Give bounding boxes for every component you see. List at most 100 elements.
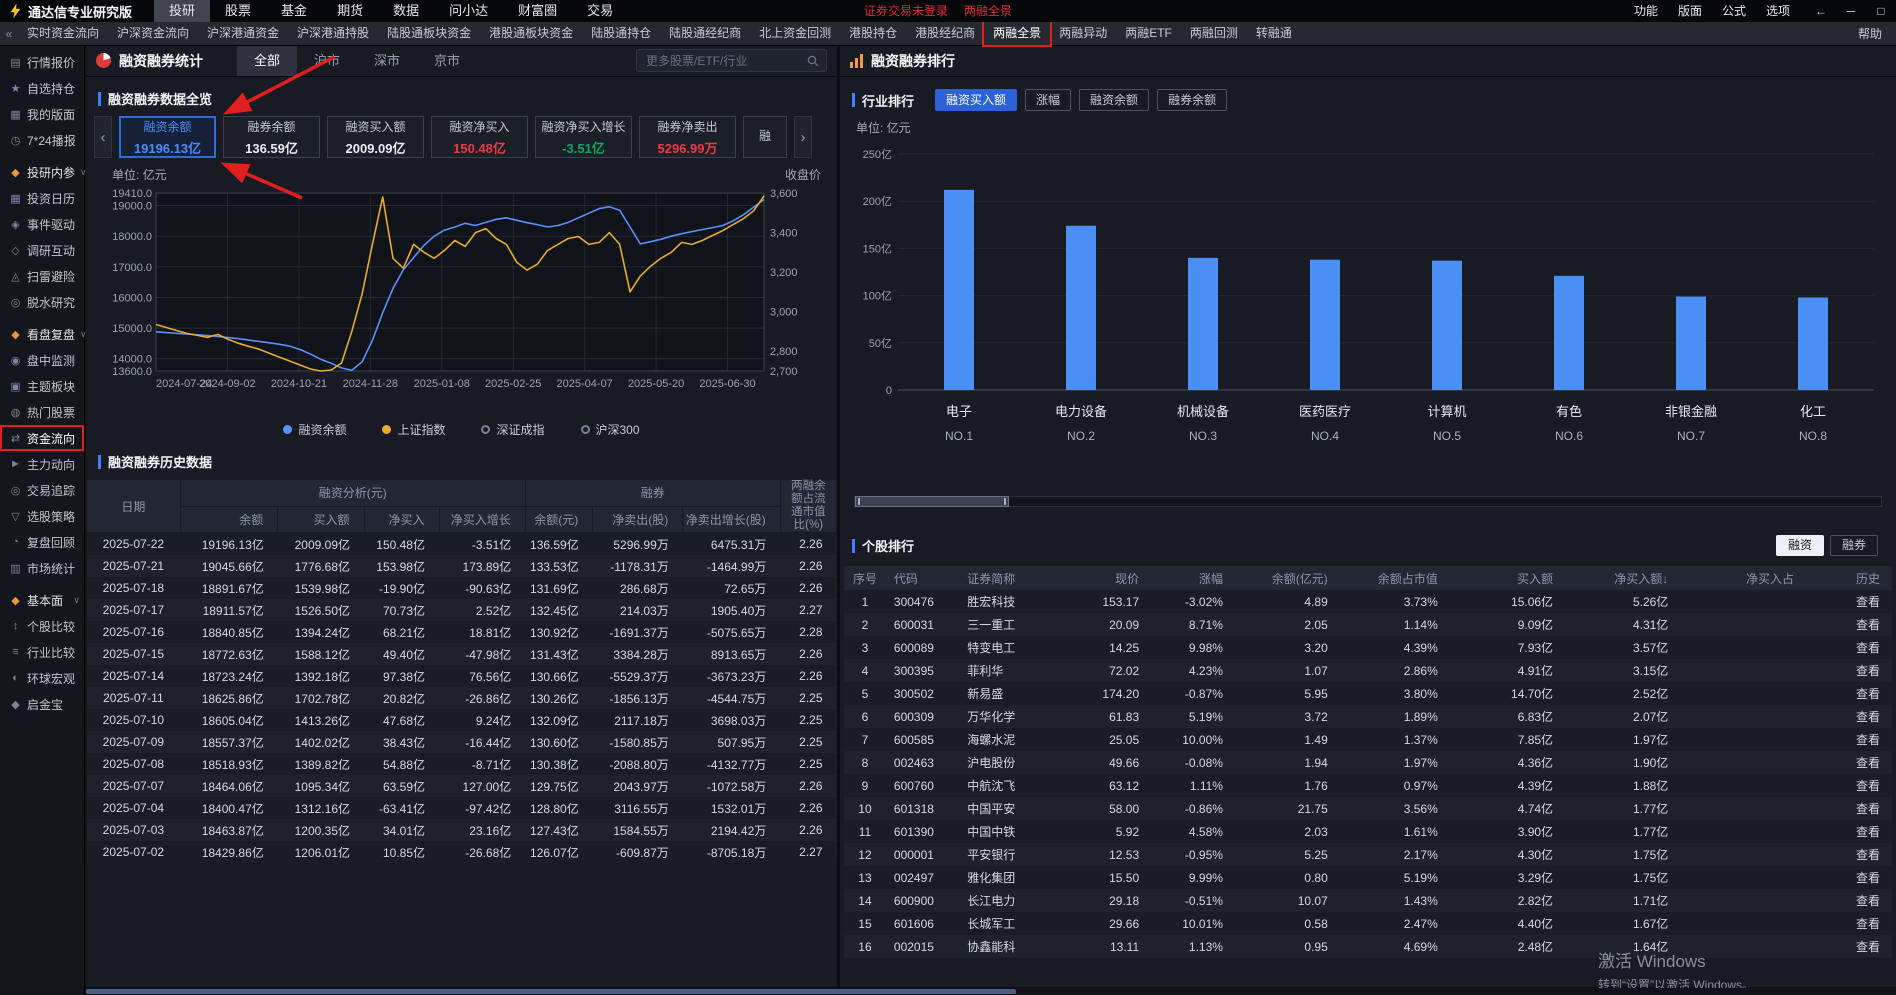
tab-2[interactable]: 沪深港通资金 <box>198 22 288 45</box>
market-tab-0[interactable]: 全部 <box>237 45 297 76</box>
sidebar-item-theme-board[interactable]: ▣主题板块 <box>0 373 84 399</box>
view-history-link[interactable]: 查看 <box>1808 935 1892 958</box>
scrollbar-thumb[interactable] <box>86 989 1016 994</box>
history-row[interactable]: 2025-07-1718911.57亿1526.50亿70.73亿2.52亿13… <box>87 599 837 621</box>
history-row[interactable]: 2025-07-2219196.13亿2009.09亿150.48亿-3.51亿… <box>87 533 837 556</box>
sidebar-item-trade-tracking[interactable]: ◎交易追踪 <box>0 477 84 503</box>
horizontal-scrollbar[interactable] <box>86 988 1896 995</box>
tab-6[interactable]: 陆股通持仓 <box>582 22 660 45</box>
stock-row[interactable]: 1300476胜宏科技153.17-3.02%4.893.73%15.06亿5.… <box>844 590 1892 613</box>
sidebar-item-main-force[interactable]: ►主力动向 <box>0 451 84 477</box>
slider-handle-right[interactable] <box>1004 498 1006 505</box>
back-icon[interactable]: ← <box>1806 0 1836 22</box>
legend-item-0[interactable]: 融资余额 <box>283 421 346 438</box>
history-row[interactable]: 2025-07-2119045.66亿1776.68亿153.98亿173.89… <box>87 555 837 577</box>
tab-11[interactable]: 两融全景 <box>984 22 1050 45</box>
tab-14[interactable]: 两融回测 <box>1181 22 1247 45</box>
menu-item-2[interactable]: 基金 <box>266 0 322 22</box>
stock-row[interactable]: 9600760中航沈飞63.121.11%1.760.97%4.39亿1.88亿… <box>844 774 1892 797</box>
overview-card-2[interactable]: 融资买入额2009.09亿 <box>327 116 424 158</box>
slider-thumb[interactable] <box>855 496 1009 507</box>
slider-handle-left[interactable] <box>858 498 860 505</box>
sidebar-item-money-flow[interactable]: ⇄资金流向 <box>0 425 84 451</box>
tab-4[interactable]: 陆股通板块资金 <box>378 22 480 45</box>
industry-bar-6[interactable] <box>1676 297 1706 390</box>
tab-15[interactable]: 转融通 <box>1247 22 1301 45</box>
sidebar-item-stock-strategy[interactable]: ▽选股策略 <box>0 503 84 529</box>
tab-13[interactable]: 两融ETF <box>1116 22 1181 45</box>
view-history-link[interactable]: 查看 <box>1808 705 1892 728</box>
sidebar-item-global-macro[interactable]: ◐环球宏观 <box>0 665 84 691</box>
cards-next-button[interactable]: › <box>794 116 812 158</box>
view-history-link[interactable]: 查看 <box>1808 613 1892 636</box>
tab-0[interactable]: 实时资金流向 <box>18 22 108 45</box>
view-history-link[interactable]: 查看 <box>1808 659 1892 682</box>
view-history-link[interactable]: 查看 <box>1808 636 1892 659</box>
tab-12[interactable]: 两融异动 <box>1050 22 1116 45</box>
stock-row[interactable]: 14600900长江电力29.18-0.51%10.071.43%2.82亿1.… <box>844 889 1892 912</box>
history-row[interactable]: 2025-07-0418400.47亿1312.16亿-63.41亿-97.42… <box>87 797 837 819</box>
stock-row[interactable]: 6600309万华化学61.835.19%3.721.89%6.83亿2.07亿… <box>844 705 1892 728</box>
history-row[interactable]: 2025-07-1818891.67亿1539.98亿-19.90亿-90.63… <box>87 577 837 599</box>
chart-range-slider[interactable] <box>854 496 1882 507</box>
history-row[interactable]: 2025-07-1618840.85亿1394.24亿68.21亿18.81亿1… <box>87 621 837 643</box>
view-history-link[interactable]: 查看 <box>1808 728 1892 751</box>
stock-type-0[interactable]: 融资 <box>1776 535 1824 556</box>
industry-bar-2[interactable] <box>1188 258 1218 390</box>
history-row[interactable]: 2025-07-1418723.24亿1392.18亿97.38亿76.56亿1… <box>87 665 837 687</box>
history-row[interactable]: 2025-07-1118625.86亿1702.78亿20.82亿-26.86亿… <box>87 687 837 709</box>
overview-card-4[interactable]: 融资净买入增长-3.51亿 <box>535 116 632 158</box>
legend-item-1[interactable]: 上证指数 <box>382 421 445 438</box>
tab-9[interactable]: 港股持仓 <box>840 22 906 45</box>
sidebar-item-review-section[interactable]: ◆看盘复盘∨ <box>0 321 84 347</box>
view-history-link[interactable]: 查看 <box>1808 820 1892 843</box>
legend-item-3[interactable]: 沪深300 <box>581 421 640 438</box>
minimize-icon[interactable]: ─ <box>1836 0 1866 22</box>
industry-filter-0[interactable]: 融资买入额 <box>935 89 1017 111</box>
sidebar-item-hot-stocks[interactable]: ◍热门股票 <box>0 399 84 425</box>
market-tab-1[interactable]: 沪市 <box>297 45 357 76</box>
sidebar-item-event[interactable]: ◈事件驱动 <box>0 211 84 237</box>
collapse-sidebar-icon[interactable]: « <box>0 27 18 41</box>
sidebar-item-industry-compare[interactable]: ≡行业比较 <box>0 639 84 665</box>
view-history-link[interactable]: 查看 <box>1808 912 1892 935</box>
tab-8[interactable]: 北上资金回测 <box>750 22 840 45</box>
menu-item-4[interactable]: 数据 <box>378 0 434 22</box>
industry-bar-1[interactable] <box>1066 226 1096 390</box>
right-menu-item-2[interactable]: 公式 <box>1712 0 1756 22</box>
maximize-icon[interactable]: □ <box>1866 0 1896 22</box>
stock-row[interactable]: 3600089特变电工14.259.98%3.204.39%7.93亿3.57亿… <box>844 636 1892 659</box>
view-history-link[interactable]: 查看 <box>1808 797 1892 820</box>
stock-row[interactable]: 5300502新易盛174.20-0.87%5.953.80%14.70亿2.5… <box>844 682 1892 705</box>
sidebar-item-market-stats[interactable]: ▥市场统计 <box>0 555 84 581</box>
view-history-link[interactable]: 查看 <box>1808 751 1892 774</box>
stock-row[interactable]: 7600585海螺水泥25.0510.00%1.491.37%7.85亿1.97… <box>844 728 1892 751</box>
view-history-link[interactable]: 查看 <box>1808 889 1892 912</box>
search-box[interactable] <box>636 49 827 72</box>
overview-card-1[interactable]: 融券余额136.59亿 <box>223 116 320 158</box>
sidebar-item-replay[interactable]: ◔复盘回顾 <box>0 529 84 555</box>
menu-item-0[interactable]: 投研 <box>154 0 210 22</box>
stock-row[interactable]: 11601390中国中铁5.924.58%2.031.61%3.90亿1.77亿… <box>844 820 1892 843</box>
industry-bar-3[interactable] <box>1310 260 1340 390</box>
industry-bar-5[interactable] <box>1554 276 1584 390</box>
tab-7[interactable]: 陆股通经纪商 <box>660 22 750 45</box>
stock-row[interactable]: 8002463沪电股份49.66-0.08%1.941.97%4.36亿1.90… <box>844 751 1892 774</box>
stock-row[interactable]: 2600031三一重工20.098.71%2.051.14%9.09亿4.31亿… <box>844 613 1892 636</box>
overview-card-5[interactable]: 融券净卖出5296.99万 <box>639 116 736 158</box>
view-history-link[interactable]: 查看 <box>1808 774 1892 797</box>
stock-type-1[interactable]: 融券 <box>1830 535 1878 556</box>
sidebar-item-broadcast[interactable]: ◷7*24播报 <box>0 127 84 153</box>
stock-row[interactable]: 13002497雅化集团15.509.99%0.805.19%3.29亿1.75… <box>844 866 1892 889</box>
stock-row[interactable]: 15601606长城军工29.6610.01%0.582.47%4.40亿1.6… <box>844 912 1892 935</box>
history-row[interactable]: 2025-07-0818518.93亿1389.82亿54.88亿-8.71亿1… <box>87 753 837 775</box>
sidebar-item-research-section[interactable]: ◆投研内参∨ <box>0 159 84 185</box>
legend-item-2[interactable]: 深证成指 <box>481 421 544 438</box>
sidebar-item-calendar[interactable]: ▦投资日历 <box>0 185 84 211</box>
industry-bar-0[interactable] <box>944 190 974 390</box>
industry-filter-2[interactable]: 融资余额 <box>1079 89 1149 111</box>
market-tab-2[interactable]: 深市 <box>357 45 417 76</box>
sidebar-item-risk-scan[interactable]: ◬扫雷避险 <box>0 263 84 289</box>
history-row[interactable]: 2025-07-0218429.86亿1206.01亿10.85亿-26.68亿… <box>87 841 837 863</box>
overview-card-0[interactable]: 融资余额19196.13亿 <box>119 116 216 158</box>
